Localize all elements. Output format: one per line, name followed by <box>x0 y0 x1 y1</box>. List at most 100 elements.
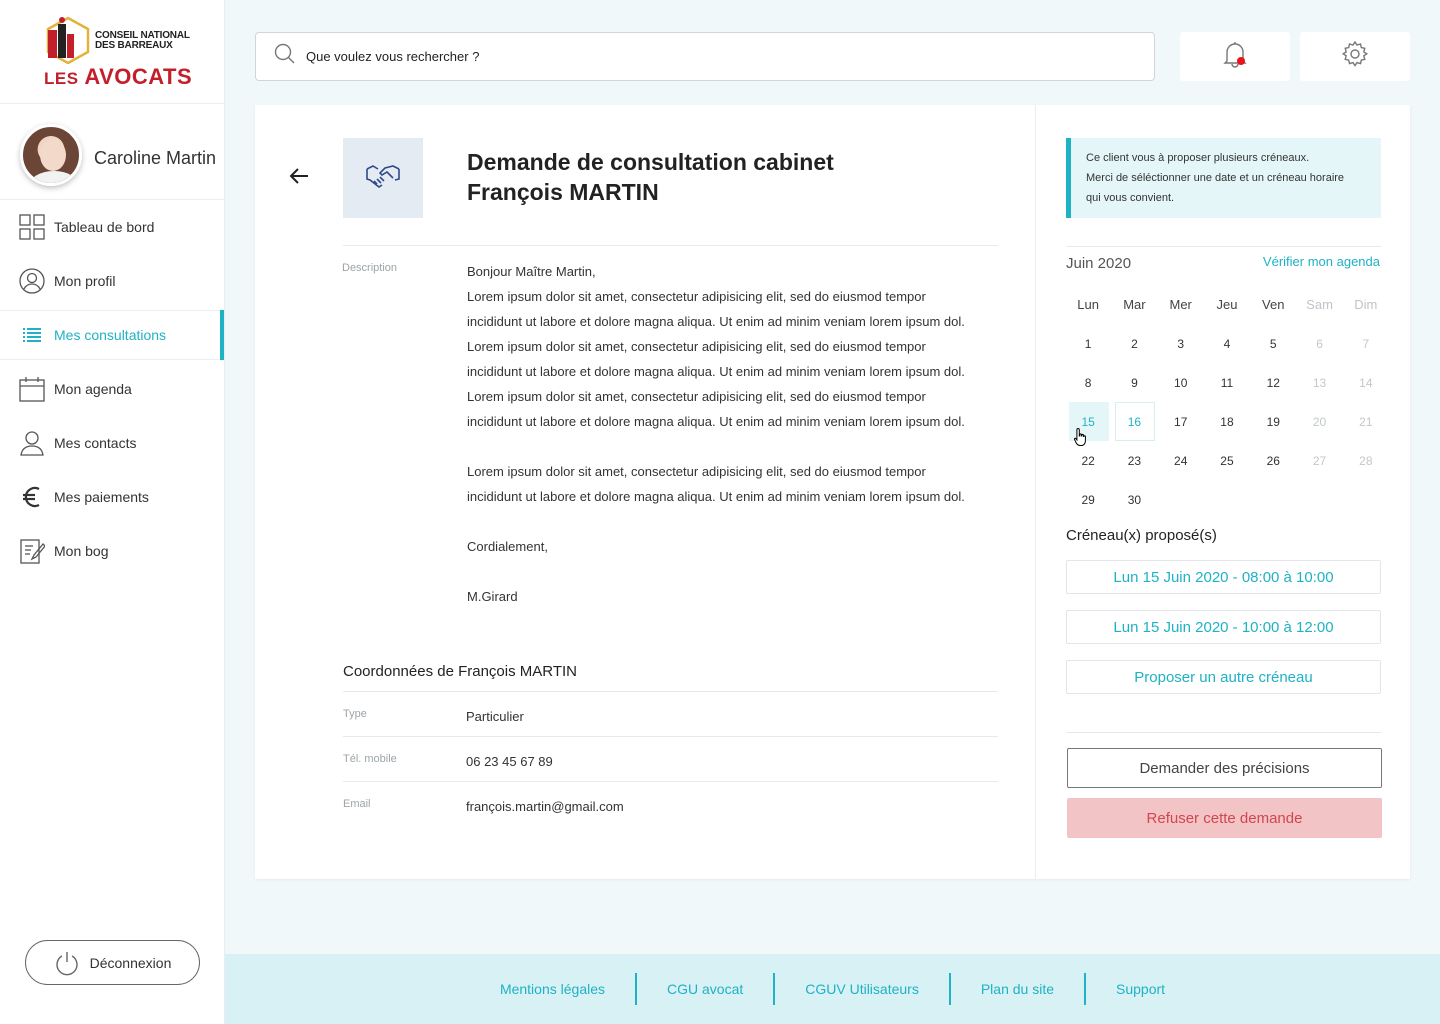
slot-option-1[interactable]: Lun 15 Juin 2020 - 08:00 à 10:00 <box>1066 560 1381 594</box>
main-nav: Tableau de bord Mon profil Mes consultat… <box>0 200 224 578</box>
calendar-day[interactable]: 26 <box>1250 441 1296 480</box>
calendar-day[interactable]: 28 <box>1343 441 1389 480</box>
user-name: Caroline Martin <box>94 148 217 168</box>
calendar-day[interactable]: 30 <box>1111 480 1157 519</box>
contact-value: 06 23 45 67 89 <box>466 754 553 769</box>
calendar-week: 1234567 <box>1065 324 1389 363</box>
calendar-day[interactable]: 14 <box>1343 363 1389 402</box>
nav-item-consultations[interactable]: Mes consultations <box>0 310 224 360</box>
brand-logo[interactable]: CONSEIL NATIONAL DES BARREAUX LES AVOCAT… <box>0 0 224 104</box>
logout-button[interactable]: Déconnexion <box>25 940 200 985</box>
nav-item-contacts[interactable]: Mes contacts <box>0 416 224 470</box>
nav-label: Mon profil <box>54 273 116 289</box>
calendar-day[interactable]: 9 <box>1111 363 1157 402</box>
calendar-day[interactable]: 2 <box>1111 324 1157 363</box>
footer-link-cguv[interactable]: CGUV Utilisateurs <box>775 973 949 1005</box>
calendar-day[interactable]: 3 <box>1158 324 1204 363</box>
calendar-day[interactable]: 24 <box>1158 441 1204 480</box>
calendar-day[interactable]: 29 <box>1065 480 1111 519</box>
search-bar <box>255 32 1155 81</box>
footer: Mentions légales CGU avocat CGUV Utilisa… <box>225 954 1440 1024</box>
calendar-week: 22 23 24 25 26 27 28 <box>1065 441 1389 480</box>
description-label: Description <box>342 262 398 274</box>
search-icon <box>274 43 296 70</box>
nav-label: Mon bog <box>54 543 109 559</box>
weekday-label: Dim <box>1354 297 1378 312</box>
user-profile[interactable]: Caroline Martin <box>0 104 224 200</box>
calendar-day[interactable]: 7 <box>1343 324 1389 363</box>
calendar-day[interactable]: 12 <box>1250 363 1296 402</box>
calendar-day[interactable]: 1 <box>1065 324 1111 363</box>
divider <box>343 245 998 246</box>
calendar-empty-cell <box>1250 480 1296 519</box>
list-icon <box>19 322 45 348</box>
calendar-day[interactable]: 18 <box>1204 402 1250 441</box>
back-arrow-icon[interactable] <box>289 167 309 190</box>
description-line: Bonjour Maître Martin, <box>467 264 596 279</box>
nav-label: Tableau de bord <box>54 219 155 235</box>
nav-item-payments[interactable]: Mes paiements <box>0 470 224 524</box>
calendar-grid: Lun Mar Mer Jeu Ven Sam Dim 1 2 3 4 5 6 7 8 9 10 1… <box>1065 285 1389 519</box>
ask-details-button[interactable]: Demander des précisions <box>1067 748 1382 788</box>
footer-link-legal[interactable]: Mentions légales <box>470 973 635 1005</box>
page-title: Demande de consultation cabinet François… <box>467 149 834 205</box>
calendar-day[interactable]: 10 <box>1158 363 1204 402</box>
weekday-label: Mar <box>1123 297 1146 312</box>
settings-button[interactable] <box>1300 32 1410 81</box>
calendar-day[interactable]: 16 <box>1111 402 1157 441</box>
calendar-month: Juin 2020 <box>1066 255 1132 272</box>
calendar-day[interactable]: 15 <box>1065 402 1111 441</box>
calendar-day[interactable]: 25 <box>1204 441 1250 480</box>
search-input[interactable] <box>306 49 1106 64</box>
propose-other-slot-button[interactable]: Proposer un autre créneau <box>1066 660 1381 694</box>
calendar-day[interactable]: 27 <box>1296 441 1342 480</box>
nav-item-blog[interactable]: Mon bog <box>0 524 224 578</box>
calendar-empty-cell <box>1296 480 1342 519</box>
footer-link-sitemap[interactable]: Plan du site <box>951 973 1084 1005</box>
calendar-day[interactable]: 5 <box>1250 324 1296 363</box>
slot-option-2[interactable]: Lun 15 Juin 2020 - 10:00 à 12:00 <box>1066 610 1381 644</box>
contact-row-phone: Tél. mobile 06 23 45 67 89 <box>343 736 998 781</box>
nav-label: Mes consultations <box>54 327 167 343</box>
contact-row-type: Type Particulier <box>343 691 998 736</box>
calendar-empty-cell <box>1204 480 1250 519</box>
refuse-request-button[interactable]: Refuser cette demande <box>1067 798 1382 838</box>
description-text: Bonjour Maître Martin, Lorem ipsum dolor… <box>467 259 1007 609</box>
calendar-day[interactable]: 23 <box>1111 441 1157 480</box>
calendar-day[interactable]: 19 <box>1250 402 1296 441</box>
calendar-day[interactable]: 20 <box>1296 402 1342 441</box>
calendar-week: 15 16 17 18 19 20 21 <box>1065 402 1389 441</box>
nav-item-agenda[interactable]: Mon agenda <box>0 362 224 416</box>
description-line: Cordialement, <box>467 539 548 554</box>
dashboard-icon <box>19 214 45 240</box>
description-line: incididunt ut labore et dolore magna ali… <box>467 314 965 329</box>
calendar-day[interactable]: 17 <box>1158 402 1204 441</box>
check-agenda-link[interactable]: Vérifier mon agenda <box>1263 254 1380 269</box>
hand-cursor-icon <box>1073 427 1088 452</box>
notifications-button[interactable] <box>1180 32 1290 81</box>
description-line: incididunt ut labore et dolore magna ali… <box>467 364 965 379</box>
contact-label: Email <box>343 798 371 810</box>
weekday-label: Lun <box>1077 297 1099 312</box>
weekday-label: Ven <box>1262 297 1285 312</box>
weekday-label: Jeu <box>1216 297 1238 312</box>
blog-icon <box>19 538 45 564</box>
calendar-day[interactable]: 4 <box>1204 324 1250 363</box>
calendar-day[interactable]: 13 <box>1296 363 1342 402</box>
calendar-day[interactable]: 6 <box>1296 324 1342 363</box>
footer-link-cgu-lawyer[interactable]: CGU avocat <box>637 973 773 1005</box>
contact-value: françois.martin@gmail.com <box>466 799 624 814</box>
calendar-day[interactable]: 22 <box>1065 441 1111 480</box>
calendar-day[interactable]: 8 <box>1065 363 1111 402</box>
description-line: Lorem ipsum dolor sit amet, consectetur … <box>467 389 926 404</box>
calendar-week: 29 30 <box>1065 480 1389 519</box>
calendar-day[interactable]: 21 <box>1343 402 1389 441</box>
nav-item-dashboard[interactable]: Tableau de bord <box>0 200 224 254</box>
calendar-day[interactable]: 11 <box>1204 363 1250 402</box>
nav-item-profile[interactable]: Mon profil <box>0 254 224 308</box>
weekday-label: Sam <box>1306 297 1333 312</box>
consultation-type-tile <box>343 138 423 218</box>
description-line: Lorem ipsum dolor sit amet, consectetur … <box>467 289 926 304</box>
footer-link-support[interactable]: Support <box>1086 973 1195 1005</box>
description-line: incididunt ut labore et dolore magna ali… <box>467 414 965 429</box>
